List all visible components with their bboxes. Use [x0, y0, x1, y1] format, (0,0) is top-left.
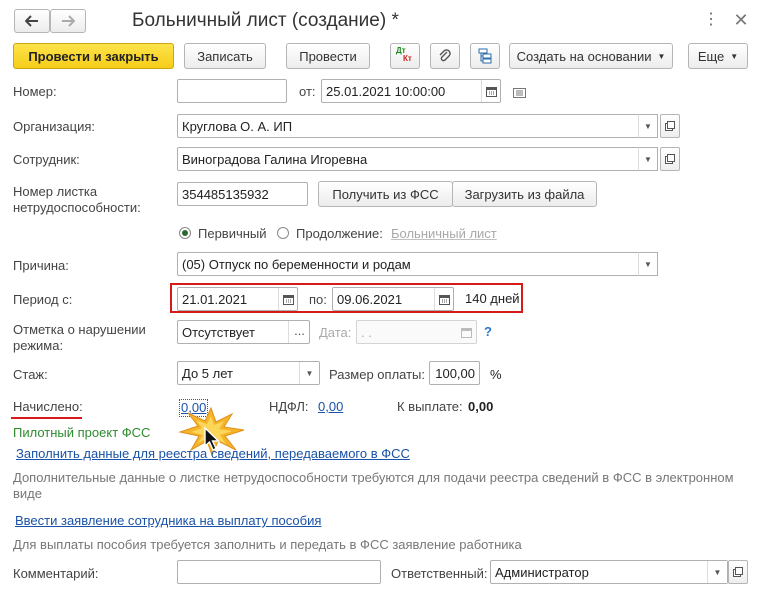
sheet-number-input[interactable]: 354485135932: [177, 182, 308, 206]
comment-input[interactable]: [177, 560, 381, 584]
responsible-dropdown-button[interactable]: ▼: [707, 561, 727, 583]
employee-select[interactable]: Виноградова Галина Игоревна: [177, 147, 658, 171]
dt-kt-icon: Дт Кт: [396, 46, 412, 63]
more-button[interactable]: Еще ▼: [688, 43, 748, 69]
continuation-label: Продолжение:: [296, 226, 383, 241]
calendar-icon[interactable]: [278, 288, 298, 310]
violation-choose-button[interactable]: ...: [288, 321, 310, 343]
open-form-icon: [665, 154, 675, 164]
open-form-icon: [733, 567, 743, 577]
reason-select[interactable]: (05) Отпуск по беременности и родам: [177, 252, 658, 276]
save-button[interactable]: Записать: [184, 43, 266, 69]
get-from-fss-button[interactable]: Получить из ФСС: [318, 181, 453, 207]
document-date-input[interactable]: 25.01.2021 10:00:00: [321, 79, 501, 103]
registry-hint: Дополнительные данные о листке нетрудосп…: [13, 470, 734, 501]
to-pay-value: 0,00: [468, 399, 494, 414]
pilot-project-label: Пилотный проект ФСС: [13, 425, 151, 440]
violation-date-label: Дата:: [319, 325, 352, 340]
from-label: от:: [299, 84, 316, 99]
create-based-on-button[interactable]: Создать на основании ▼: [509, 43, 673, 69]
number-input[interactable]: [177, 79, 287, 103]
application-hint: Для выплаты пособия требуется заполнить …: [13, 537, 522, 552]
dropdown-arrow-icon: ▼: [730, 51, 739, 61]
ndfl-label: НДФЛ:: [269, 399, 309, 414]
period-label: Период с:: [13, 292, 73, 307]
paperclip-icon: [439, 49, 451, 62]
primary-radio[interactable]: [179, 227, 191, 239]
attach-button[interactable]: [430, 43, 460, 69]
post-and-close-button[interactable]: Провести и закрыть: [13, 43, 174, 69]
calendar-icon[interactable]: [457, 321, 476, 343]
hierarchy-icon: [478, 48, 492, 64]
sheet-number-label: Номер листка нетрудоспособности:: [13, 184, 141, 215]
accrued-underline: [11, 417, 82, 419]
help-icon[interactable]: ?: [484, 324, 492, 340]
forward-button[interactable]: [50, 9, 86, 33]
notes-icon[interactable]: [513, 86, 526, 98]
open-form-icon: [665, 121, 675, 131]
number-label: Номер:: [13, 84, 57, 99]
sick-leave-link[interactable]: Больничный лист: [391, 226, 497, 242]
responsible-select[interactable]: Администратор: [490, 560, 728, 584]
arrow-right-icon: [62, 15, 75, 27]
violation-label: Отметка о нарушении режима:: [13, 322, 146, 353]
load-from-file-button[interactable]: Загрузить из файла: [452, 181, 597, 207]
reason-dropdown-button[interactable]: ▼: [638, 252, 658, 276]
fill-registry-link[interactable]: Заполнить данные для реестра сведений, п…: [16, 446, 410, 462]
employee-label: Сотрудник:: [13, 152, 80, 167]
calendar-icon[interactable]: [434, 288, 454, 310]
employee-open-button[interactable]: [660, 147, 680, 171]
dropdown-arrow-icon: ▼: [657, 51, 666, 61]
accrued-label: Начислено:: [13, 399, 83, 414]
experience-dropdown-button[interactable]: ▼: [299, 362, 319, 384]
organization-label: Организация:: [13, 119, 96, 134]
to-pay-label: К выплате:: [397, 399, 463, 414]
dt-kt-button[interactable]: Дт Кт: [390, 43, 420, 69]
primary-label: Первичный: [198, 226, 267, 241]
responsible-open-button[interactable]: [728, 560, 748, 584]
more-menu-icon[interactable]: ⋮: [703, 12, 719, 30]
post-button[interactable]: Провести: [286, 43, 370, 69]
employee-dropdown-button[interactable]: ▼: [638, 147, 658, 171]
comment-label: Комментарий:: [13, 566, 99, 581]
days-count: 140 дней: [465, 291, 520, 306]
arrow-left-icon: [25, 15, 38, 27]
pay-size-input[interactable]: 100,00: [429, 361, 480, 385]
window-title: Больничный лист (создание) *: [132, 10, 399, 31]
calendar-icon[interactable]: [481, 80, 501, 102]
close-icon[interactable]: ✕: [733, 10, 749, 30]
structure-button[interactable]: [470, 43, 500, 69]
back-button[interactable]: [14, 9, 50, 33]
experience-label: Стаж:: [13, 367, 48, 382]
continuation-radio[interactable]: [277, 227, 289, 239]
organization-dropdown-button[interactable]: ▼: [638, 114, 658, 138]
organization-select[interactable]: Круглова О. А. ИП: [177, 114, 658, 138]
reason-label: Причина:: [13, 258, 69, 273]
organization-open-button[interactable]: [660, 114, 680, 138]
pay-size-label: Размер оплаты:: [329, 367, 426, 382]
period-to-label: по:: [309, 292, 327, 307]
percent-label: %: [490, 367, 502, 382]
responsible-label: Ответственный:: [391, 566, 488, 581]
enter-application-link[interactable]: Ввести заявление сотрудника на выплату п…: [15, 513, 321, 529]
ndfl-value-link[interactable]: 0,00: [318, 399, 343, 415]
